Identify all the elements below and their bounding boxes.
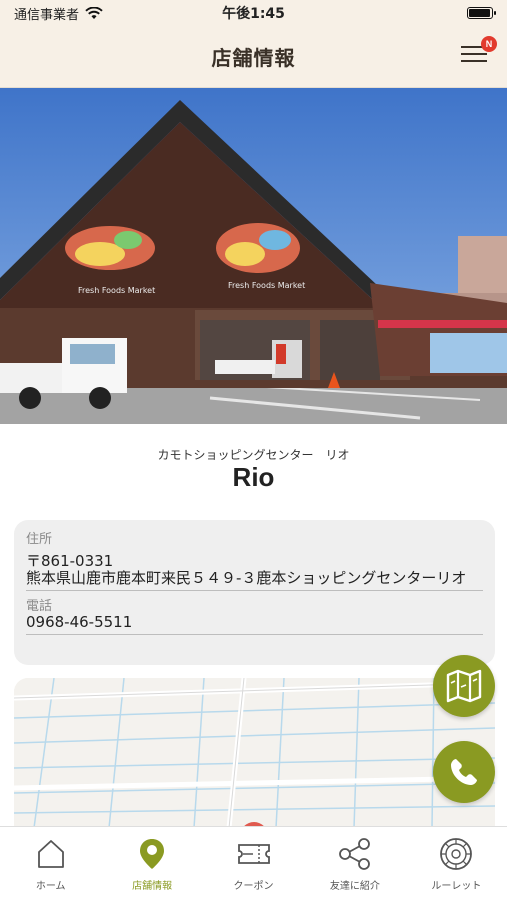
divider [26,634,483,635]
status-left: 通信事業者 [14,4,103,23]
store-sign-left: Fresh Foods Market [78,286,155,295]
menu-bar-icon [461,53,487,55]
divider [26,590,483,591]
tab-share[interactable]: 友達に紹介 [304,827,405,900]
menu-bar-icon [461,60,487,62]
location-pin-icon [135,837,169,871]
share-icon [338,837,372,871]
store-photo-illustration: Fresh Foods Market Fresh Foods Market [0,88,507,424]
status-bar: 通信事業者 午後1:45 [0,0,507,26]
map-roads [14,678,495,828]
address-value[interactable]: 熊本県山鹿市鹿本町来民５４９-３鹿本ショッピングセンターリオ [26,570,483,587]
tab-label: クーポン [233,881,274,892]
call-store-button[interactable] [433,741,495,803]
battery-icon [467,7,496,19]
store-photo: Fresh Foods Market Fresh Foods Market [0,88,507,424]
phone-value[interactable]: 0968-46-5511 [26,614,483,631]
coupon-icon [237,837,271,871]
store-map[interactable] [14,678,495,828]
postal-code: 〒861-0331 [26,552,114,570]
tab-label: ルーレット [431,881,482,892]
store-name-kana: カモトショッピングセンター リオ [157,448,350,462]
tab-label: ホーム [35,881,66,892]
store-info-card: 住所 〒861-0331 熊本県山鹿市鹿本町来民５４９-３鹿本ショッピングセンタ… [14,520,495,665]
roulette-icon [439,837,473,871]
wifi-icon [85,6,103,19]
battery-fill [469,9,490,17]
tab-coupon[interactable]: クーポン [203,827,304,900]
phone-label: 電話 [26,599,53,614]
tab-roulette[interactable]: ルーレット [406,827,507,900]
tab-label: 店舗情報 [132,881,173,892]
map-icon [446,669,482,703]
store-name: Rio [232,462,275,492]
page-title: 店舗情報 [211,46,296,70]
phone-icon [451,759,477,785]
open-map-button[interactable] [433,655,495,717]
app-header: 店舗情報 N [0,26,507,88]
carrier-label: 通信事業者 [14,7,80,23]
tab-store-info[interactable]: 店舗情報 [101,827,202,900]
notification-badge: N [481,36,497,52]
store-sign-right: Fresh Foods Market [228,281,305,290]
home-icon [34,837,68,871]
tab-label: 友達に紹介 [329,881,380,892]
tab-home[interactable]: ホーム [0,827,101,900]
tab-bar: ホーム 店舗情報 クーポン 友達に紹介 ルーレット [0,826,507,900]
menu-button[interactable]: N [461,36,497,70]
address-label: 住所 [26,532,53,547]
